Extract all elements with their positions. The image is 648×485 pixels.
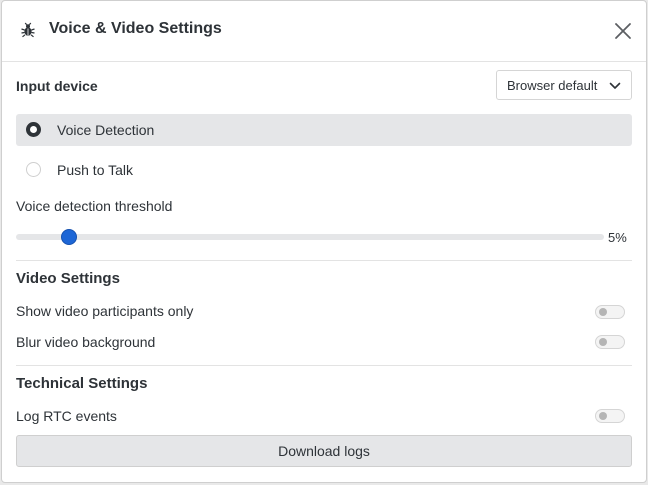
- log-rtc-events-label: Log RTC events: [16, 408, 117, 424]
- radio-button-checked[interactable]: [26, 122, 41, 137]
- input-device-row: Input device Browser default: [16, 70, 632, 100]
- divider: [16, 260, 632, 261]
- modal-title: Voice & Video Settings: [49, 20, 222, 37]
- threshold-slider-handle[interactable]: [61, 229, 78, 245]
- input-device-label: Input device: [16, 78, 98, 94]
- radio-button-unchecked[interactable]: [26, 162, 41, 177]
- video-settings-title: Video Settings: [16, 270, 120, 287]
- input-device-selected-value: Browser default: [507, 78, 598, 93]
- close-icon[interactable]: [612, 20, 634, 42]
- show-video-participants-only-toggle[interactable]: [595, 305, 625, 319]
- radio-label-voice-detection: Voice Detection: [57, 122, 155, 138]
- chevron-down-icon: [609, 80, 621, 92]
- toggle-knob: [599, 338, 607, 346]
- radio-voice-detection[interactable]: Voice Detection: [16, 114, 632, 146]
- blur-video-background-toggle[interactable]: [595, 335, 625, 349]
- toggle-knob: [599, 412, 607, 420]
- threshold-label: Voice detection threshold: [16, 198, 173, 214]
- voice-video-settings-modal: Voice & Video Settings Input device Brow…: [1, 0, 647, 483]
- threshold-value: 5%: [608, 230, 627, 245]
- threshold-slider-track[interactable]: [16, 234, 604, 240]
- show-video-participants-only-label: Show video participants only: [16, 303, 194, 319]
- log-rtc-events-toggle[interactable]: [595, 409, 625, 423]
- technical-settings-title: Technical Settings: [16, 375, 148, 392]
- bug-icon: [20, 22, 36, 38]
- blur-video-background-label: Blur video background: [16, 334, 156, 350]
- modal-header: Voice & Video Settings: [2, 1, 646, 62]
- input-device-select[interactable]: Browser default: [496, 70, 632, 100]
- radio-push-to-talk[interactable]: Push to Talk: [16, 154, 632, 186]
- radio-label-push-to-talk: Push to Talk: [57, 162, 134, 178]
- divider: [16, 365, 632, 366]
- download-logs-button[interactable]: Download logs: [16, 435, 632, 467]
- toggle-knob: [599, 308, 607, 316]
